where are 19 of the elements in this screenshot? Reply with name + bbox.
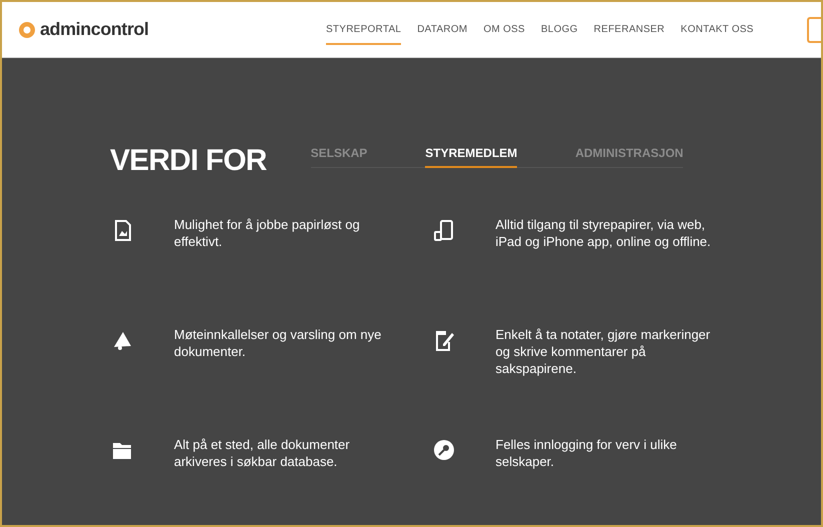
header-button[interactable] [807, 16, 821, 42]
nav-link[interactable]: REFERANSER [594, 14, 665, 45]
logo-text: admincontrol [40, 18, 149, 41]
tab[interactable]: STYREMEDLEM [425, 144, 518, 168]
feature-text: Alltid tilgang til styrepapirer, via web, iPad og iPhone app, online og offline. [496, 216, 712, 250]
section-title: VERDI FOR [110, 146, 267, 176]
feature-text: Enkelt å ta notater, gjøre markeringer og skrive kommentarer på sakspapirene. [496, 326, 712, 377]
nav-link[interactable]: DATAROM [417, 14, 468, 45]
key-icon [432, 438, 456, 462]
feature-text: Mulighet for å jobbe papirløst og effektivt. [174, 216, 361, 250]
nav-link[interactable]: BLOGG [540, 14, 578, 45]
feature-text: Alt på et sted, alle dokumenter arkiveres i søkbar database. [174, 436, 351, 470]
nav-link[interactable]: STYREPORTAL [326, 14, 402, 45]
feature-text: Møteinnkallelser og varsling om nye dokumenter. [174, 326, 382, 360]
tablet-icon [432, 218, 456, 242]
logo-icon [18, 20, 36, 38]
feature-text: Felles innlogging for verv i ulike selskaper. [496, 436, 678, 470]
nav-link[interactable]: OM OSS [483, 14, 525, 45]
nav-link[interactable]: KONTAKT OSS [680, 14, 754, 45]
